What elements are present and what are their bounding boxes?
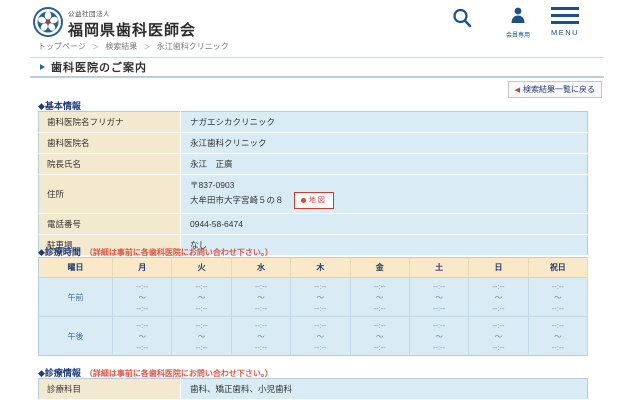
- hours-row-label: 午後: [39, 317, 113, 356]
- table-row-phone: 電話番号 0944-58-6474: [39, 214, 588, 235]
- row-value: 永江歯科クリニック: [181, 133, 588, 154]
- hours-col-day: 曜日: [39, 258, 113, 278]
- breadcrumb-separator: ＞: [144, 44, 151, 51]
- hours-cell: --:--～--:--: [350, 278, 409, 317]
- hours-col-月: 月: [113, 258, 172, 278]
- hours-header-row: 曜日月火水木金土日祝日: [39, 258, 588, 278]
- back-to-results-button[interactable]: ◀検索結果一覧に戻る: [508, 81, 602, 98]
- row-label: 歯科医院名フリガナ: [39, 112, 181, 133]
- hours-cell: --:--～--:--: [231, 317, 290, 356]
- table-row-address: 住所 〒837-0903 大牟田市大字宮崎５の８ 地図: [39, 175, 588, 214]
- hours-col-金: 金: [350, 258, 409, 278]
- hours-cell: --:--～--:--: [172, 317, 231, 356]
- member-area-label: 会員専用: [501, 30, 535, 39]
- association-logo-icon[interactable]: [33, 7, 63, 37]
- postal-code: 〒837-0903: [190, 179, 578, 192]
- row-label: 電話番号: [39, 214, 181, 235]
- menu-label: MENU: [550, 28, 580, 37]
- hours-cell: --:--～--:--: [172, 278, 231, 317]
- hours-heading-text: ◆診療時間: [38, 247, 81, 257]
- breadcrumb-search-results[interactable]: 検索結果: [105, 42, 137, 51]
- breadcrumb-home[interactable]: トップページ: [38, 42, 86, 51]
- row-value: 0944-58-6474: [181, 214, 588, 235]
- hours-col-水: 水: [231, 258, 290, 278]
- row-label: 住所: [39, 175, 181, 214]
- row-value: 永江 正廣: [181, 154, 588, 175]
- map-button[interactable]: 地図: [294, 192, 334, 209]
- org-name: 福岡県歯科医師会: [68, 19, 196, 40]
- hours-col-木: 木: [291, 258, 350, 278]
- treatment-note: （詳細は事前に各歯科医院にお問い合わせ下さい。）: [85, 369, 273, 378]
- table-row-director: 院長氏名 永江 正廣: [39, 154, 588, 175]
- hours-cell: --:--～--:--: [113, 278, 172, 317]
- back-to-results-label: 検索結果一覧に戻る: [523, 85, 595, 94]
- hours-row: 午前--:--～--:----:--～--:----:--～--:----:--…: [39, 278, 588, 317]
- arrow-right-icon: [40, 64, 45, 70]
- table-row-clinic-name: 歯科医院名 永江歯科クリニック: [39, 133, 588, 154]
- hours-table: 曜日月火水木金土日祝日 午前--:--～--:----:--～--:----:-…: [38, 257, 588, 356]
- member-area-button[interactable]: 会員専用: [501, 6, 535, 39]
- row-value: 〒837-0903 大牟田市大字宮崎５の８ 地図: [181, 175, 588, 214]
- treatment-heading-text: ◆診療情報: [38, 368, 81, 378]
- page: 公益社団法人 福岡県歯科医師会 会員専用 MENU トップページ ＞: [0, 0, 640, 400]
- hours-row: 午後--:--～--:----:--～--:----:--～--:----:--…: [39, 317, 588, 356]
- site-title[interactable]: 公益社団法人 福岡県歯科医師会: [68, 8, 196, 40]
- row-label: 院長氏名: [39, 154, 181, 175]
- row-value: ナガエシカクリニック: [181, 112, 588, 133]
- breadcrumb: トップページ ＞ 検索結果 ＞ 永江歯科クリニック: [38, 41, 229, 52]
- hours-col-火: 火: [172, 258, 231, 278]
- hours-cell: --:--～--:--: [291, 278, 350, 317]
- hours-cell: --:--～--:--: [113, 317, 172, 356]
- hours-col-祝日: 祝日: [528, 258, 587, 278]
- hamburger-icon: [551, 7, 579, 24]
- row-value: 歯科、矯正歯科、小児歯科: [181, 379, 588, 400]
- street-address: 大牟田市大字宮崎５の８: [190, 195, 284, 205]
- map-button-label: 地図: [309, 197, 327, 204]
- search-icon: [451, 7, 473, 29]
- basic-info-table: 歯科医院名フリガナ ナガエシカクリニック 歯科医院名 永江歯科クリニック 院長氏…: [38, 111, 588, 256]
- hours-col-土: 土: [409, 258, 468, 278]
- person-icon: [509, 6, 527, 24]
- row-label: 診療科目: [39, 379, 181, 400]
- hours-row-label: 午前: [39, 278, 113, 317]
- hours-table-body: 午前--:--～--:----:--～--:----:--～--:----:--…: [39, 278, 588, 356]
- org-type-label: 公益社団法人: [68, 8, 196, 18]
- map-pin-icon: [301, 198, 306, 203]
- row-label: 歯科医院名: [39, 133, 181, 154]
- hours-cell: --:--～--:--: [469, 317, 528, 356]
- hours-cell: --:--～--:--: [231, 278, 290, 317]
- hours-cell: --:--～--:--: [409, 317, 468, 356]
- hours-cell: --:--～--:--: [528, 278, 587, 317]
- hours-cell: --:--～--:--: [469, 278, 528, 317]
- hours-cell: --:--～--:--: [409, 278, 468, 317]
- page-title-bar: 歯科医院のご案内: [30, 57, 604, 78]
- breadcrumb-separator: ＞: [92, 44, 99, 51]
- table-row-subjects: 診療科目 歯科、矯正歯科、小児歯科: [39, 379, 588, 400]
- hours-cell: --:--～--:--: [528, 317, 587, 356]
- hours-col-日: 日: [469, 258, 528, 278]
- hours-cell: --:--～--:--: [350, 317, 409, 356]
- hours-note: （詳細は事前に各歯科医院にお問い合わせ下さい。）: [85, 248, 273, 257]
- hours-cell: --:--～--:--: [291, 317, 350, 356]
- treatment-info-table: 診療科目 歯科、矯正歯科、小児歯科: [38, 378, 588, 400]
- arrow-left-icon: ◀: [515, 87, 520, 94]
- breadcrumb-current: 永江歯科クリニック: [157, 42, 229, 51]
- page-title: 歯科医院のご案内: [51, 59, 147, 75]
- search-button[interactable]: [449, 7, 475, 33]
- table-row-furigana: 歯科医院名フリガナ ナガエシカクリニック: [39, 112, 588, 133]
- menu-button[interactable]: MENU: [550, 7, 580, 37]
